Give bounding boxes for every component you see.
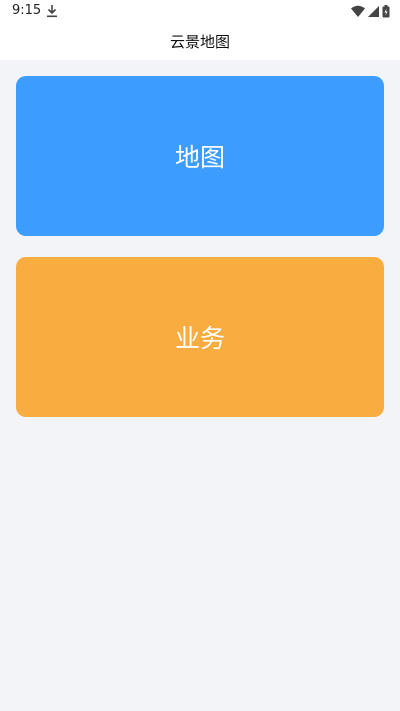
battery-icon [382,4,390,17]
page-title: 云景地图 [169,33,230,51]
status-time: 9:15 [12,3,42,18]
business-card-label: 业务 [174,324,225,353]
business-card-button[interactable]: 业务 [16,257,384,417]
status-icons [351,4,390,18]
map-card-label: 地图 [174,143,225,172]
signal-icon [368,5,379,17]
download-icon [47,5,57,18]
map-card-button[interactable]: 地图 [16,76,384,236]
app-header: 云景地图 [0,24,400,60]
wifi-icon [351,5,365,17]
status-bar: 9:15 [0,0,400,24]
